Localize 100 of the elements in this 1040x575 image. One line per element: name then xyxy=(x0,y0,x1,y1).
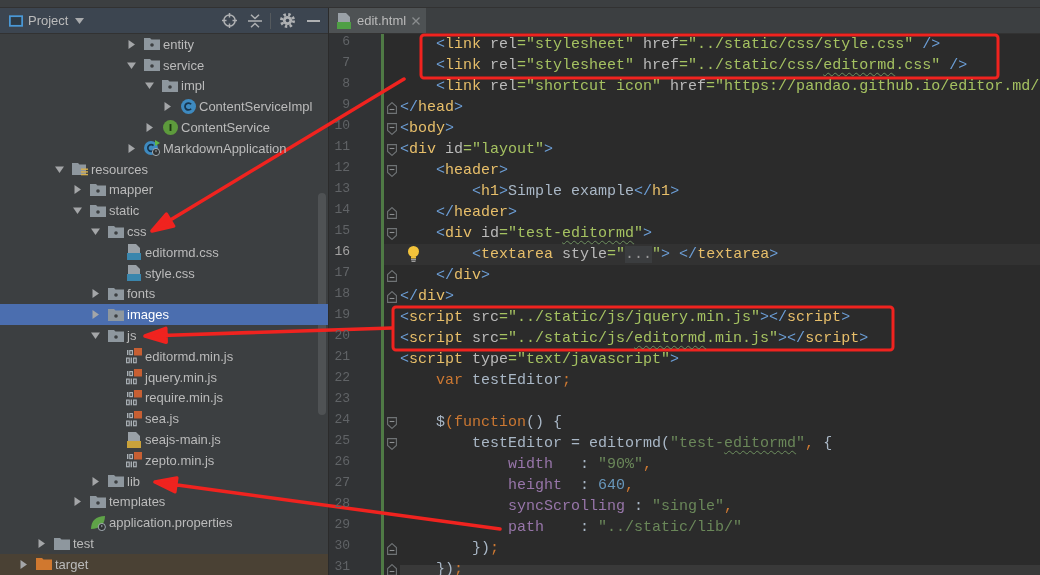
tree-item[interactable]: mapper xyxy=(73,179,154,201)
code-line: syncScrolling : "single", xyxy=(508,497,734,517)
caret-icon[interactable] xyxy=(37,539,46,548)
js-file-icon xyxy=(126,348,142,365)
caret-icon[interactable] xyxy=(75,17,85,24)
code-line: <header> xyxy=(436,161,509,181)
js-file-icon xyxy=(127,431,141,448)
caret-icon[interactable] xyxy=(127,60,136,70)
tree-item[interactable]: service xyxy=(127,54,205,76)
js-file-icon xyxy=(126,369,142,386)
fold-marker-icon[interactable] xyxy=(387,164,397,177)
tree-item[interactable]: fonts xyxy=(91,283,156,305)
code-line: path : "../static/lib/" xyxy=(508,518,743,538)
caret-icon[interactable] xyxy=(91,289,100,299)
minimize-icon[interactable] xyxy=(307,19,320,22)
code-line: <body> xyxy=(400,119,455,139)
tree-item[interactable]: templates xyxy=(73,491,166,513)
fold-marker-icon[interactable] xyxy=(387,290,397,303)
caret-icon[interactable] xyxy=(145,81,154,91)
tree-item[interactable]: MarkdownApplication xyxy=(127,138,287,159)
scrollbar[interactable] xyxy=(318,193,326,415)
caret-icon[interactable] xyxy=(163,102,172,112)
settings-icon[interactable] xyxy=(280,13,295,28)
tree-item[interactable]: require.min.js xyxy=(109,387,224,409)
code-line: </div> xyxy=(436,266,491,286)
js-file-icon xyxy=(126,389,142,406)
fold-marker-icon[interactable] xyxy=(387,227,397,240)
tree-item[interactable]: js xyxy=(91,325,137,346)
fold-marker-icon[interactable] xyxy=(387,101,397,114)
interface-icon xyxy=(162,120,178,136)
lightbulb-icon[interactable] xyxy=(408,246,419,262)
tree-item[interactable]: style.css xyxy=(109,262,195,284)
close-icon[interactable] xyxy=(412,16,421,25)
code-line: $(function() { xyxy=(436,413,563,433)
caret-icon[interactable] xyxy=(127,39,136,49)
js-file-icon xyxy=(126,452,142,469)
editor-tab[interactable]: edit.html xyxy=(329,8,427,33)
tree-item[interactable]: lib xyxy=(91,470,140,492)
caret-icon[interactable] xyxy=(145,123,154,133)
tree-item[interactable]: test xyxy=(37,533,94,554)
fold-marker-icon[interactable] xyxy=(387,542,397,555)
caret-icon[interactable] xyxy=(91,331,100,341)
fold-marker-icon[interactable] xyxy=(387,563,397,575)
tree-item[interactable]: entity xyxy=(127,34,195,55)
tree-item[interactable]: seajs-main.js xyxy=(109,429,221,450)
folder-icon xyxy=(162,80,178,92)
caret-icon[interactable] xyxy=(73,185,82,195)
caret-icon[interactable] xyxy=(127,143,136,153)
folder-icon xyxy=(108,225,124,238)
folder-icon xyxy=(72,162,88,176)
tree-item[interactable]: zepto.min.js xyxy=(109,449,215,471)
caret-icon[interactable] xyxy=(73,497,82,507)
fold-marker-icon[interactable] xyxy=(387,437,397,450)
tree-item[interactable]: resources xyxy=(55,158,149,180)
folder-icon xyxy=(144,38,160,51)
code-line: width : "90%", xyxy=(508,455,653,475)
folder-icon xyxy=(108,308,124,321)
fold-marker-icon[interactable] xyxy=(387,122,397,135)
code-line: </head> xyxy=(400,98,464,118)
line-number: 10 xyxy=(334,118,350,135)
folder-icon xyxy=(90,204,106,217)
leaf-icon xyxy=(90,514,106,531)
tree-item[interactable]: application.properties xyxy=(73,512,233,534)
caret-icon[interactable] xyxy=(91,227,100,237)
crosshair-icon[interactable] xyxy=(222,13,237,28)
fold-marker-icon[interactable] xyxy=(387,206,397,219)
collapse-icon[interactable] xyxy=(248,13,262,28)
view-selector[interactable]: Project xyxy=(9,13,85,28)
tree-item[interactable]: editormd.css xyxy=(109,241,219,263)
code-line: <textarea style="..."> </textarea> xyxy=(472,245,779,265)
caret-icon[interactable] xyxy=(19,559,28,569)
code-line: <h1>Simple example</h1> xyxy=(472,182,680,202)
tree-item[interactable]: target xyxy=(0,553,328,575)
code-line: <script src="../static/js/jquery.min.js"></script> xyxy=(400,308,851,328)
code-line: <script src="../static/js/editormd.min.js"></script> xyxy=(400,329,869,349)
caret-icon[interactable] xyxy=(55,164,64,174)
fold-marker-icon[interactable] xyxy=(387,269,397,282)
tree-item[interactable]: static xyxy=(73,200,140,222)
fold-marker-icon[interactable] xyxy=(387,143,397,156)
tree-item[interactable]: sea.js xyxy=(109,408,179,430)
tree-item[interactable]: ContentService xyxy=(145,117,270,138)
fold-marker-icon[interactable] xyxy=(387,416,397,429)
folder-icon xyxy=(108,475,124,488)
code-line: }); xyxy=(472,539,500,559)
caret-icon[interactable] xyxy=(73,206,82,216)
css-file-icon xyxy=(127,265,141,282)
tree-item[interactable]: images xyxy=(0,304,328,326)
code-line: </header> xyxy=(436,203,518,223)
caret-icon[interactable] xyxy=(91,476,100,486)
tree-item[interactable]: editormd.min.js xyxy=(109,345,234,367)
code-line: <div id="layout"> xyxy=(400,140,554,160)
folder-icon xyxy=(108,287,124,300)
tree-item[interactable]: css xyxy=(91,221,147,242)
tree-item[interactable]: ContentServiceImpl xyxy=(163,96,313,118)
js-file-icon xyxy=(126,410,142,427)
html-file-icon xyxy=(337,12,351,29)
tree-item[interactable]: jquery.min.js xyxy=(109,366,217,388)
tree-item[interactable]: impl xyxy=(145,75,205,97)
code-line: </div> xyxy=(400,287,455,307)
folder-icon xyxy=(90,183,106,196)
